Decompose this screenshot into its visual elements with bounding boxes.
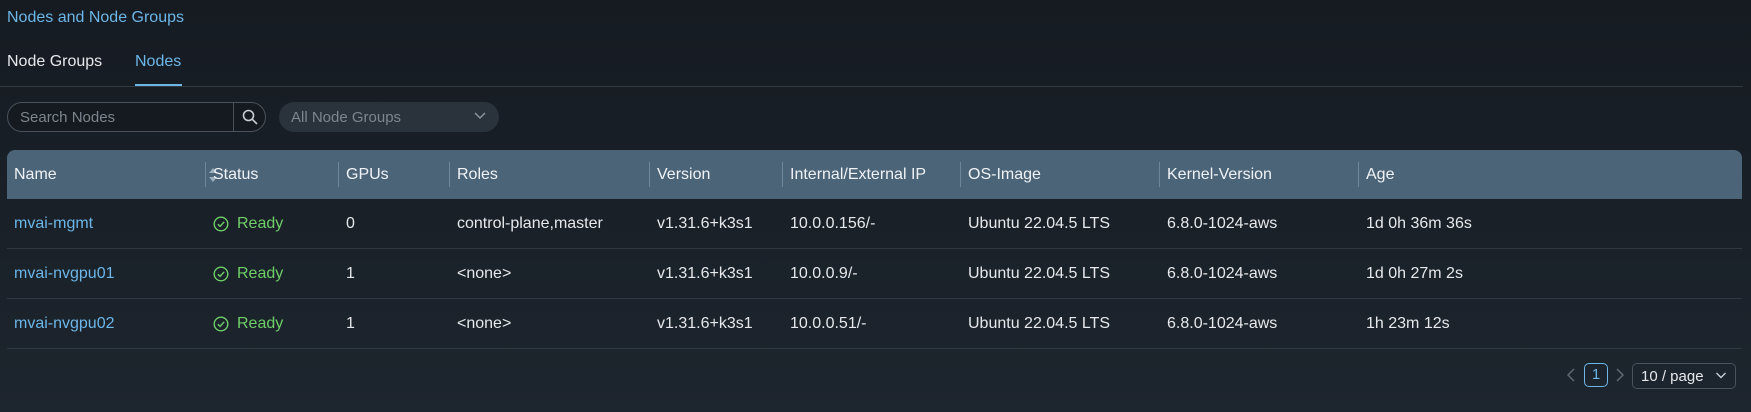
tab-nodes[interactable]: Nodes [135,53,181,71]
os-image-cell: Ubuntu 22.04.5 LTS [968,315,1111,332]
node-group-select-value: All Node Groups [291,109,402,126]
age-cell: 1h 23m 12s [1366,315,1450,332]
node-name-link[interactable]: mvai-mgmt [14,199,93,248]
kernel-version-cell: 6.8.0-1024-aws [1167,265,1278,282]
page-size-select[interactable]: 10 / page [1632,363,1736,389]
col-header-version: Version [657,166,711,183]
col-header-status: Status [213,166,259,183]
table-row: mvai-nvgpu01 Ready 1 <none> v1.31.6+k3s1… [7,249,1742,299]
column-divider [205,162,206,187]
roles-cell: <none> [457,265,512,282]
search-icon [242,109,257,125]
col-header-kernel-version: Kernel-Version [1167,166,1272,183]
column-divider [338,162,339,187]
status-label: Ready [237,215,284,232]
pagination: 1 10 / page [0,363,1751,389]
status-badge: Ready [213,199,283,248]
node-name-link[interactable]: mvai-nvgpu01 [14,249,115,298]
kernel-version-cell: 6.8.0-1024-aws [1167,215,1278,232]
column-divider [782,162,783,187]
version-cell: v1.31.6+k3s1 [657,315,753,332]
status-badge: Ready [213,249,283,298]
status-label: Ready [237,265,284,282]
age-cell: 1d 0h 36m 36s [1366,215,1472,232]
ip-cell: 10.0.0.156/- [790,215,876,232]
status-badge: Ready [213,299,283,348]
status-label: Ready [237,315,284,332]
column-divider [449,162,450,187]
kernel-version-cell: 6.8.0-1024-aws [1167,315,1278,332]
search-button[interactable] [233,103,265,131]
tab-bar: Node Groups Nodes [0,44,1743,87]
table-row: mvai-nvgpu02 Ready 1 <none> v1.31.6+k3s1… [7,299,1742,349]
col-header-roles: Roles [457,166,498,183]
page-size-value: 10 / page [1641,368,1704,385]
ip-cell: 10.0.0.9/- [790,265,858,282]
age-cell: 1d 0h 27m 2s [1366,265,1463,282]
node-name-link[interactable]: mvai-nvgpu02 [14,299,115,348]
chevron-left-icon[interactable] [1565,366,1577,384]
table-header: Name Status GPUs Roles Version Internal/… [7,150,1742,199]
os-image-cell: Ubuntu 22.04.5 LTS [968,265,1111,282]
active-tab-indicator [135,84,182,86]
ip-cell: 10.0.0.51/- [790,315,867,332]
roles-cell: <none> [457,315,512,332]
check-circle-icon [213,265,229,282]
version-cell: v1.31.6+k3s1 [657,215,753,232]
search-input[interactable] [8,103,234,131]
table-row: mvai-mgmt Ready 0 control-plane,master v… [7,199,1742,249]
column-divider [960,162,961,187]
column-divider [649,162,650,187]
col-header-name[interactable]: Name [14,150,57,199]
col-header-ip: Internal/External IP [790,166,927,183]
col-header-os-image: OS-Image [968,166,1041,183]
page-title: Nodes and Node Groups [7,9,184,26]
nodes-table: Name Status GPUs Roles Version Internal/… [7,150,1742,349]
tab-node-groups[interactable]: Node Groups [7,53,102,71]
col-header-gpus: GPUs [346,166,389,183]
version-cell: v1.31.6+k3s1 [657,265,753,282]
chevron-down-icon [1716,372,1726,379]
column-divider [1358,162,1359,187]
gpus-cell: 0 [346,215,355,232]
col-header-age: Age [1366,166,1395,183]
roles-cell: control-plane,master [457,215,603,232]
gpus-cell: 1 [346,315,355,332]
column-divider [1159,162,1160,187]
search-box [7,102,266,132]
page-number-button[interactable]: 1 [1584,363,1608,387]
os-image-cell: Ubuntu 22.04.5 LTS [968,215,1111,232]
check-circle-icon [213,215,229,232]
node-group-select[interactable]: All Node Groups [279,102,499,132]
gpus-cell: 1 [346,265,355,282]
chevron-right-icon[interactable] [1614,366,1626,384]
chevron-down-icon [474,112,486,120]
check-circle-icon [213,315,229,332]
